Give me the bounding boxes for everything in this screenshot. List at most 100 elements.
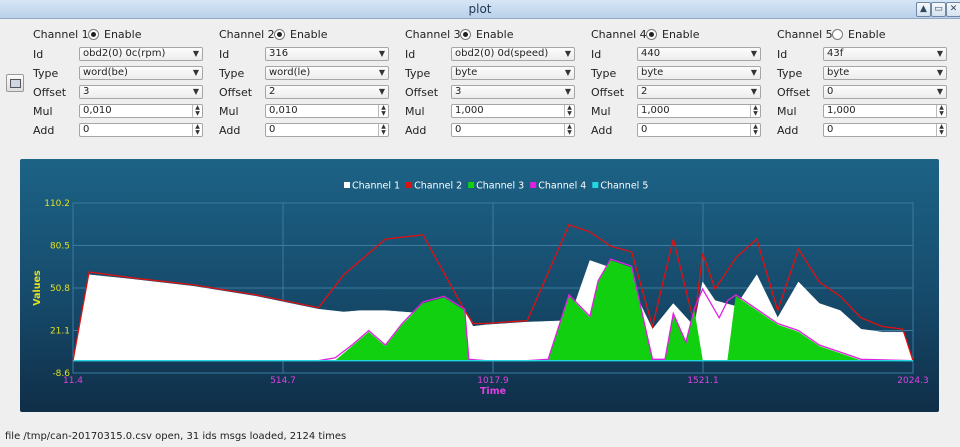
chevron-down-icon: ▼	[378, 49, 385, 58]
id-select[interactable]: 440 ▼	[637, 47, 761, 61]
add-row: Add 0 ▲ ▼	[777, 123, 957, 138]
chevron-down-icon: ▼	[750, 87, 757, 96]
add-label: Add	[219, 124, 241, 137]
add-spinbox[interactable]: 0 ▲ ▼	[451, 123, 575, 137]
chevron-down-icon: ▼	[378, 68, 385, 77]
legend-entry: Channel 4	[538, 181, 586, 192]
type-row: Type byte ▼	[405, 66, 585, 81]
offset-row: Offset 2 ▼	[219, 85, 399, 100]
offset-value: 0	[827, 86, 834, 97]
id-label: Id	[405, 48, 416, 61]
spin-arrows-icon[interactable]: ▲ ▼	[378, 124, 388, 136]
chevron-down-icon: ▼	[564, 68, 571, 77]
add-value: 0	[83, 124, 90, 135]
chevron-down-icon: ▼	[936, 49, 943, 58]
mul-row: Mul 0,010 ▲ ▼	[33, 104, 213, 119]
channel-header: Channel 2 Enable	[219, 28, 399, 42]
type-select[interactable]: byte ▼	[451, 66, 575, 80]
channel-header: Channel 4 Enable	[591, 28, 771, 42]
minimize-button[interactable]: ▲	[916, 2, 931, 17]
x-tick-label: 2024.3	[897, 376, 929, 386]
offset-select[interactable]: 3 ▼	[451, 85, 575, 99]
id-select[interactable]: 43f ▼	[823, 47, 947, 61]
id-row: Id 440 ▼	[591, 47, 771, 62]
y-axis-title: Values	[32, 270, 43, 306]
add-spinbox[interactable]: 0 ▲ ▼	[79, 123, 203, 137]
spin-arrows-icon[interactable]: ▲ ▼	[936, 105, 946, 117]
mul-row: Mul 0,010 ▲ ▼	[219, 104, 399, 119]
mul-row: Mul 1,000 ▲ ▼	[405, 104, 585, 119]
mul-spinbox[interactable]: 1,000 ▲ ▼	[637, 104, 761, 118]
type-select[interactable]: word(le) ▼	[265, 66, 389, 80]
legend-entry: Channel 1	[352, 181, 400, 192]
type-value: byte	[641, 67, 664, 78]
type-label: Type	[33, 67, 59, 80]
type-select[interactable]: word(be) ▼	[79, 66, 203, 80]
spin-arrows-icon[interactable]: ▲ ▼	[564, 124, 574, 136]
legend-entry: Channel 3	[476, 181, 524, 192]
offset-row: Offset 3 ▼	[405, 85, 585, 100]
mul-label: Mul	[591, 105, 611, 118]
spin-arrows-icon[interactable]: ▲ ▼	[192, 124, 202, 136]
spin-arrows-icon[interactable]: ▲ ▼	[750, 124, 760, 136]
offset-value: 3	[83, 86, 90, 97]
add-row: Add 0 ▲ ▼	[33, 123, 213, 138]
maximize-button[interactable]: ▭	[931, 2, 946, 17]
add-value: 0	[827, 124, 834, 135]
enable-radio[interactable]	[646, 29, 657, 40]
id-select[interactable]: 316 ▼	[265, 47, 389, 61]
id-select[interactable]: obd2(0) 0d(speed) ▼	[451, 47, 575, 61]
mul-spinbox[interactable]: 1,000 ▲ ▼	[823, 104, 947, 118]
legend-swatch	[592, 182, 599, 188]
offset-label: Offset	[33, 86, 67, 99]
offset-select[interactable]: 2 ▼	[265, 85, 389, 99]
channel-label: Channel 4	[591, 28, 647, 41]
channel-label: Channel 3	[405, 28, 461, 41]
offset-select[interactable]: 0 ▼	[823, 85, 947, 99]
add-label: Add	[33, 124, 55, 137]
offset-value: 2	[269, 86, 276, 97]
add-spinbox[interactable]: 0 ▲ ▼	[265, 123, 389, 137]
spin-arrows-icon[interactable]: ▲ ▼	[564, 105, 574, 117]
legend-swatch	[530, 182, 537, 188]
offset-label: Offset	[591, 86, 625, 99]
type-value: byte	[455, 67, 478, 78]
add-row: Add 0 ▲ ▼	[219, 123, 399, 138]
channel-label: Channel 2	[219, 28, 275, 41]
add-spinbox[interactable]: 0 ▲ ▼	[637, 123, 761, 137]
mul-spinbox[interactable]: 1,000 ▲ ▼	[451, 104, 575, 118]
plot-chart: 11.4 514.7 1017.9 1521.1 2024.3110.280.550.8…	[32, 181, 929, 398]
enable-radio[interactable]	[460, 29, 471, 40]
spin-arrows-icon[interactable]: ▲ ▼	[936, 124, 946, 136]
enable-radio[interactable]	[274, 29, 285, 40]
channel-header: Channel 5 Enable	[777, 28, 957, 42]
offset-select[interactable]: 3 ▼	[79, 85, 203, 99]
id-label: Id	[33, 48, 44, 61]
mul-label: Mul	[405, 105, 425, 118]
channel-label: Channel 5	[777, 28, 833, 41]
legend-swatch	[344, 182, 350, 188]
enable-radio[interactable]	[832, 29, 843, 40]
channel-2-panel: Channel 2 Enable Id 316 ▼ Type word(le) ▼ Offset…	[219, 26, 399, 141]
type-select[interactable]: byte ▼	[823, 66, 947, 80]
id-value: obd2(0) 0c(rpm)	[83, 48, 166, 59]
spin-arrows-icon[interactable]: ▲ ▼	[192, 105, 202, 117]
id-row: Id obd2(0) 0c(rpm) ▼	[33, 47, 213, 62]
id-label: Id	[219, 48, 230, 61]
offset-select[interactable]: 2 ▼	[637, 85, 761, 99]
save-plot-button[interactable]	[6, 74, 24, 92]
y-tick-label: 110.2	[44, 199, 70, 209]
id-select[interactable]: obd2(0) 0c(rpm) ▼	[79, 47, 203, 61]
enable-label: Enable	[662, 28, 700, 41]
spin-arrows-icon[interactable]: ▲ ▼	[750, 105, 760, 117]
mul-row: Mul 1,000 ▲ ▼	[591, 104, 771, 119]
type-select[interactable]: byte ▼	[637, 66, 761, 80]
legend-entry: Channel 5	[600, 181, 648, 192]
mul-spinbox[interactable]: 0,010 ▲ ▼	[265, 104, 389, 118]
close-button[interactable]: ✕	[946, 2, 960, 17]
enable-radio[interactable]	[88, 29, 99, 40]
add-spinbox[interactable]: 0 ▲ ▼	[823, 123, 947, 137]
mul-spinbox[interactable]: 0,010 ▲ ▼	[79, 104, 203, 118]
spin-arrows-icon[interactable]: ▲ ▼	[378, 105, 388, 117]
id-row: Id obd2(0) 0d(speed) ▼	[405, 47, 585, 62]
